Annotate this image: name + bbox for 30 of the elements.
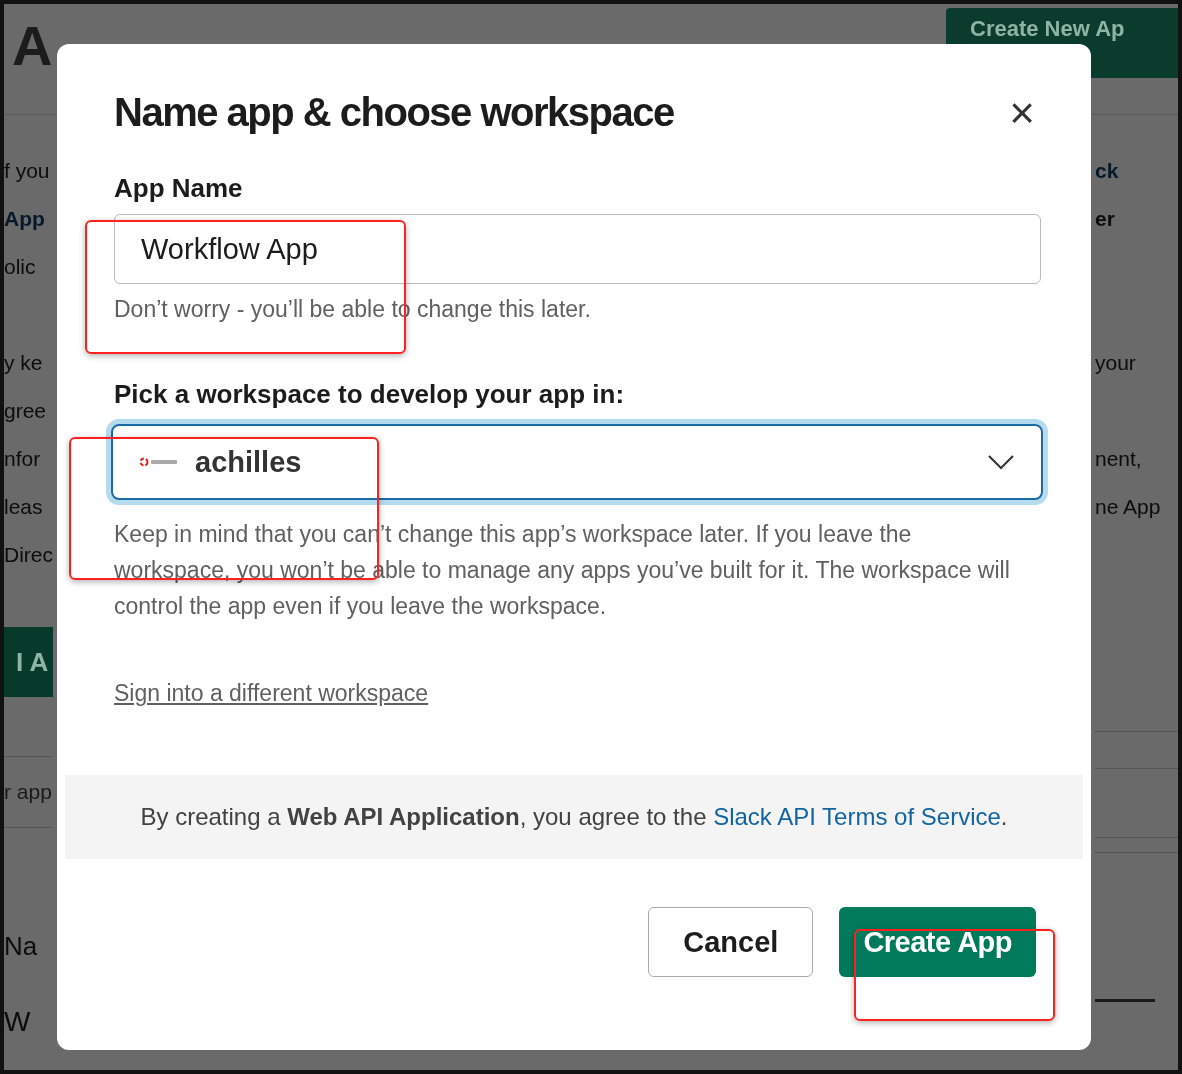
close-button[interactable]: × (1005, 90, 1039, 135)
field-label: App Name (114, 173, 244, 204)
text: your (1095, 350, 1136, 376)
column-header: Na (4, 930, 38, 963)
text: f you (4, 158, 50, 184)
workspace-logo-icon (139, 455, 179, 469)
text: nfor (4, 446, 41, 472)
page-title: A (12, 18, 53, 79)
field-label: Pick a workspace to develop your app in: (114, 379, 626, 410)
text: nent, (1095, 446, 1142, 472)
terms-link[interactable]: Slack API Terms of Service (713, 803, 1001, 830)
terms-text: By creating a Web API Application, you agree to the Slack API Terms of Service. (65, 775, 1083, 859)
text: er (1095, 206, 1115, 232)
text: olic (4, 254, 36, 280)
table-cell-text: W (4, 1005, 31, 1039)
cancel-button[interactable]: Cancel (648, 907, 814, 977)
agree-button[interactable]: I A (4, 627, 53, 697)
text: Direc (4, 542, 53, 568)
dialog-title: Name app & choose workspace (114, 90, 674, 135)
chevron-down-icon (987, 454, 1015, 470)
link[interactable]: App (4, 195, 45, 243)
search-field[interactable]: r app (4, 756, 52, 828)
sign-in-link[interactable]: Sign into a different workspace (114, 680, 429, 707)
text: gree (4, 398, 47, 424)
app-name-field[interactable]: Workflow App (114, 214, 1041, 284)
text: y ke (4, 350, 43, 376)
text: leas (4, 494, 43, 520)
create-app-button[interactable]: Create App (839, 907, 1036, 977)
text: ne App (1095, 494, 1161, 520)
link[interactable]: ck (1095, 147, 1119, 195)
